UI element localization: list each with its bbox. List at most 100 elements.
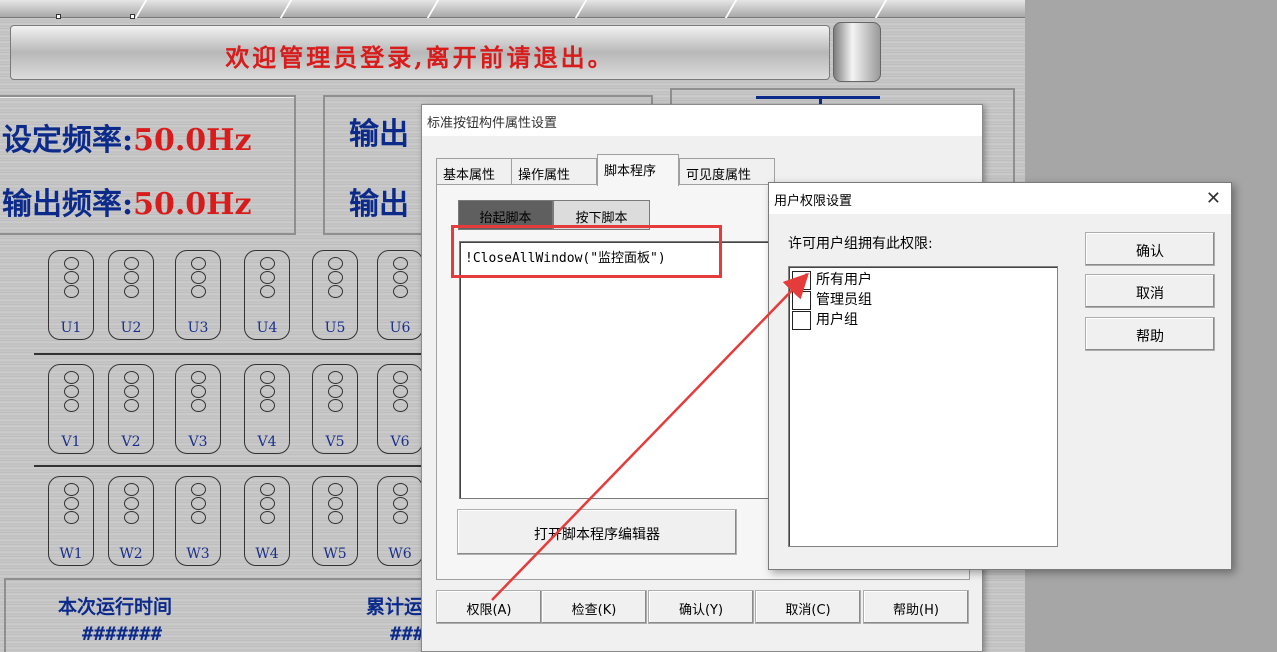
cell-label: V5 [325,434,345,450]
cell-label: U2 [120,320,142,336]
status-led-icon [124,385,139,398]
checkbox-all-users[interactable] [792,271,811,290]
strip-divider [134,0,148,18]
tab-operation[interactable]: 操作属性 [511,158,597,185]
status-led-icon [260,483,275,496]
permission-dialog-title: 用户权限设置 [769,183,1231,214]
output-frequency-label: 输出频率: [2,187,134,222]
strip-divider [724,0,738,18]
power-cell-w1[interactable]: W1 [48,476,94,566]
permission-cancel-button[interactable]: 取消 [1085,274,1215,308]
permission-label: 许可用户组拥有此权限: [788,236,933,252]
status-led-icon [64,257,79,270]
welcome-text: 欢迎管理员登录,离开前请退出。 [225,43,615,72]
cancel-button[interactable]: 取消(C) [755,590,861,624]
strip-pip [130,14,135,19]
cell-label: W6 [388,546,412,562]
status-led-icon [64,497,79,510]
cell-label: W2 [119,546,143,562]
power-cell-v2[interactable]: V2 [108,364,154,454]
status-led-icon [124,399,139,412]
status-led-icon [260,497,275,510]
cell-label: W1 [59,546,83,562]
set-frequency-value: 50.0Hz [133,123,252,158]
top-strip [0,0,1025,19]
power-cell-v5[interactable]: V5 [312,364,358,454]
status-led-icon [64,271,79,284]
confirm-button[interactable]: 确认(Y) [648,590,754,624]
cell-label: U1 [60,320,82,336]
tab-visibility[interactable]: 可见度属性 [679,158,775,185]
permission-button[interactable]: 权限(A) [436,590,542,624]
strip-divider [874,0,888,18]
help-button[interactable]: 帮助(H) [863,590,969,624]
status-led-icon [124,497,139,510]
tab-script[interactable]: 脚本程序 [597,154,679,186]
output-label-2: 输出 [349,187,409,222]
cell-label: U4 [256,320,278,336]
power-cell-w6[interactable]: W6 [377,476,423,566]
cell-label: V1 [61,434,81,450]
strip-divider [574,0,588,18]
strip-divider [279,0,293,18]
output-frequency: 输出频率:50.0Hz [2,179,252,223]
close-icon[interactable]: ✕ [1206,188,1221,209]
runtime-box: 本次运行时间 ####### 累计运 ####### [4,578,470,652]
power-cell-v3[interactable]: V3 [175,364,221,454]
output-frequency-value: 50.0Hz [133,187,252,222]
status-led-icon [393,257,408,270]
power-cell-w4[interactable]: W4 [244,476,290,566]
row-divider [34,465,454,467]
dialog-title: 标准按钮构件属性设置 [422,105,982,136]
cell-label: W5 [323,546,347,562]
status-led-icon [64,285,79,298]
subtab-press-script[interactable]: 按下脚本 [553,200,650,230]
subtab-release-script[interactable]: 抬起脚本 [458,200,553,230]
status-led-icon [260,511,275,524]
status-led-icon [393,497,408,510]
cell-label: V4 [257,434,277,450]
status-led-icon [393,285,408,298]
status-led-icon [328,483,343,496]
strip-pip [56,14,61,19]
set-frequency-label: 设定频率: [2,123,134,158]
status-led-icon [191,497,206,510]
cell-label: V6 [390,434,410,450]
power-cell-v6[interactable]: V6 [377,364,423,454]
power-cell-v1[interactable]: V1 [48,364,94,454]
permission-help-button[interactable]: 帮助 [1085,317,1215,351]
power-cell-u6[interactable]: U6 [377,250,423,340]
status-led-icon [328,511,343,524]
power-cell-u5[interactable]: U5 [312,250,358,340]
cell-label: V3 [188,434,208,450]
check-icon [794,273,809,288]
check-button[interactable]: 检查(K) [541,590,647,624]
cell-label: U5 [324,320,346,336]
power-cell-u3[interactable]: U3 [175,250,221,340]
checkbox-admin[interactable] [792,291,811,310]
status-led-icon [328,271,343,284]
permission-confirm-button[interactable]: 确认 [1085,232,1215,266]
status-led-icon [260,271,275,284]
run-time-label: 本次运行时间 [58,596,173,618]
group-label: 管理员组 [816,292,872,308]
status-led-icon [124,371,139,384]
power-cell-v4[interactable]: V4 [244,364,290,454]
tab-basic[interactable]: 基本属性 [436,158,512,185]
status-led-icon [260,257,275,270]
group-label: 所有用户 [816,272,872,288]
power-cell-u4[interactable]: U4 [244,250,290,340]
status-led-icon [191,385,206,398]
power-cell-u2[interactable]: U2 [108,250,154,340]
power-cell-w3[interactable]: W3 [175,476,221,566]
status-led-icon [328,399,343,412]
power-cell-u1[interactable]: U1 [48,250,94,340]
open-script-editor-button[interactable]: 打开脚本程序编辑器 [457,509,737,555]
welcome-banner: 欢迎管理员登录,离开前请退出。 [10,25,830,80]
checkbox-users[interactable] [792,311,811,330]
status-led-icon [191,371,206,384]
status-led-icon [191,399,206,412]
power-cell-w5[interactable]: W5 [312,476,358,566]
power-cell-w2[interactable]: W2 [108,476,154,566]
status-led-icon [393,399,408,412]
